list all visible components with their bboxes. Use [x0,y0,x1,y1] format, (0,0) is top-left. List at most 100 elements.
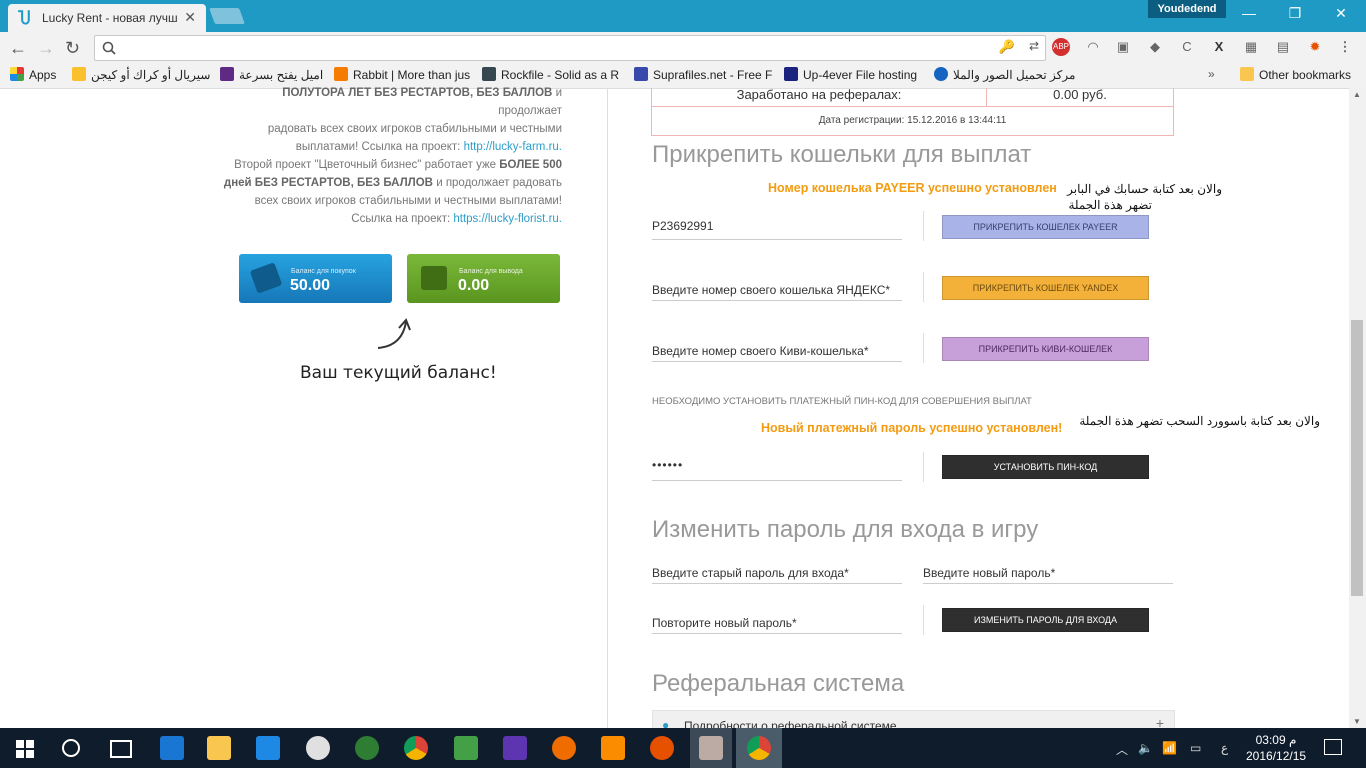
firefox-icon[interactable] [650,736,674,760]
camera-icon[interactable]: ▣ [1114,38,1132,56]
para1-line3: выплатами! Ссылка на проект: [295,141,464,153]
new-password-underline [923,583,1173,584]
scroll-down-icon[interactable]: ▼ [1353,717,1361,726]
other-bookmarks-label: Other bookmarks [1259,68,1352,82]
cube-icon[interactable]: ◆ [1146,38,1164,56]
grid-extension-icon[interactable]: ▦ [1242,38,1260,56]
bookmark-rockfile[interactable]: Rockfile - Solid as a R [482,67,620,82]
app-flame-icon[interactable] [552,736,576,760]
media-app-icon[interactable] [699,736,723,760]
forward-icon[interactable]: → [37,38,55,59]
notifications-icon[interactable] [1324,739,1342,755]
annotation-payeer: والان بعد كتابة حسابك في البابر تضهر هذة… [1058,181,1222,213]
referral-earned-label: Заработано на рефералах: [652,88,987,107]
c-extension-icon[interactable]: C [1178,38,1196,56]
search-cortana-icon[interactable] [62,739,80,757]
bookmark-serial[interactable]: سيريال أو كراك أو كيجن [72,67,210,82]
set-pin-button[interactable]: УСТАНОВИТЬ ПИН-КОД [942,455,1149,479]
close-window-icon[interactable]: ✕ [1318,4,1364,24]
battery-icon[interactable]: ▭ [1190,741,1201,755]
tray-expand-icon[interactable]: ︿ [1116,741,1128,758]
language-indicator[interactable]: ع [1221,741,1228,755]
reload-icon[interactable]: ↻ [65,38,80,59]
idm-icon[interactable] [454,736,478,760]
wifi-app-icon[interactable] [601,736,625,760]
yandex-input[interactable]: Введите номер своего кошелька ЯНДЕКС* [652,283,890,297]
new-password-input[interactable]: Введите новый пароль* [923,566,1055,580]
referral-details-accordion[interactable]: ● Подробности о реферальной системе + [652,710,1175,730]
registration-date: Дата регистрации: 15.12.2016 в 13:44:11 [818,115,1007,126]
rainbow-extension-icon[interactable]: ◠ [1084,38,1102,56]
arrow-icon [377,318,411,349]
maximize-icon[interactable]: ❐ [1272,4,1318,24]
bookmark-up4ever[interactable]: Up-4ever File hosting [784,67,917,82]
old-password-underline [652,583,902,584]
payeer-input-underline [652,239,902,240]
bookmark-email[interactable]: اميل يفتح بسرعة [220,67,323,82]
bookmark-rabbit[interactable]: Rabbit | More than jus [334,67,470,82]
para2-bold1: БОЛЕЕ 500 [499,159,562,171]
lucky-farm-link[interactable]: http://lucky-farm.ru. [464,141,562,153]
file-explorer-icon[interactable] [207,736,231,760]
repeat-password-input[interactable]: Повторите новый пароль* [652,616,797,630]
attach-qiwi-button[interactable]: ПРИКРЕПИТЬ КИВИ-КОШЕЛЕК [942,337,1149,361]
bookmark-suprafiles[interactable]: Suprafiles.net - Free F [634,67,772,82]
pin-success-message: Новый платежный пароль успешно установле… [761,421,1063,435]
close-tab-icon[interactable]: ✕ [184,9,196,26]
field-separator [923,333,924,363]
bookmarks-overflow-icon[interactable]: » [1208,67,1215,81]
browser-tab[interactable]: Ⴎ Lucky Rent - новая лучшая ✕ [8,4,206,32]
volume-icon[interactable]: 🔈 [1138,741,1153,755]
chrome-active-icon[interactable] [747,736,771,760]
column-divider [607,88,608,728]
address-bar[interactable]: 🔑 ⇄ [94,35,1046,61]
bookmark-apps[interactable]: Apps [10,67,56,82]
adblock-icon[interactable]: ABP [1052,38,1070,56]
para2-line4: Ссылка на проект: [351,213,454,225]
pin-input[interactable]: •••••• [652,458,683,472]
video-app-icon[interactable] [503,736,527,760]
attach-yandex-button[interactable]: ПРИКРЕПИТЬ КОШЕЛЕК YANDEX [942,276,1149,300]
lucky-florist-link[interactable]: https://lucky-florist.ru. [453,213,562,225]
search-icon [102,41,116,55]
chrome-icon[interactable] [404,736,428,760]
payeer-input[interactable]: P23692991 [652,219,713,233]
key-icon[interactable]: 🔑 [999,39,1015,55]
edge-icon[interactable] [160,736,184,760]
minimize-icon[interactable]: — [1226,4,1272,24]
menu-icon[interactable]: ⋮ [1336,38,1354,56]
qiwi-input[interactable]: Введите номер своего Киви-кошелька* [652,344,869,358]
annotation-line1: والان بعد كتابة حسابك في البابر [1067,182,1222,196]
utorrent-icon[interactable] [355,736,379,760]
bookmark-favicon-icon [784,67,798,81]
windows-start-icon[interactable] [16,740,34,758]
repeat-password-underline [652,633,902,634]
clipboard-icon[interactable]: ▤ [1274,38,1292,56]
bookmark-label: مركز تحميل الصور والملا [953,68,1076,82]
gear-extension-icon[interactable]: ✹ [1306,38,1324,56]
translate-icon[interactable]: ⇄ [1029,39,1039,53]
network-icon[interactable]: 📶 [1162,741,1177,755]
itunes-icon[interactable] [306,736,330,760]
bookmark-label: اميل يفتح بسرعة [239,68,324,82]
attach-payeer-button[interactable]: ПРИКРЕПИТЬ КОШЕЛЕК PAYEER [942,215,1149,239]
yandex-input-underline [652,300,902,301]
other-bookmarks[interactable]: Other bookmarks [1240,67,1351,82]
scroll-up-icon[interactable]: ▲ [1353,90,1361,99]
clock-date: 2016/12/15 [1246,749,1307,763]
new-tab-button[interactable] [209,8,245,24]
change-password-button[interactable]: ИЗМЕНИТЬ ПАРОЛЬ ДЛЯ ВХОДА [942,608,1149,632]
clock[interactable]: 03:09 م 2016/12/15 [1246,732,1306,764]
balance-out-label: Баланс для вывода [459,268,523,275]
scrollbar-thumb[interactable] [1351,320,1363,596]
bookmark-image-upload[interactable]: مركز تحميل الصور والملا [934,67,1075,82]
x-extension-icon[interactable]: X [1210,38,1228,56]
para1-line2: радовать всех своих игроков стабильными … [267,123,562,135]
para2-line3: всех своих игроков стабильными и честным… [254,195,562,207]
task-view-icon[interactable] [110,740,132,758]
back-icon[interactable]: ← [9,38,27,59]
app-i-icon[interactable] [256,736,280,760]
old-password-input[interactable]: Введите старый пароль для входа* [652,566,849,580]
profile-name[interactable]: Youdedend [1148,0,1226,18]
qiwi-input-underline [652,361,902,362]
